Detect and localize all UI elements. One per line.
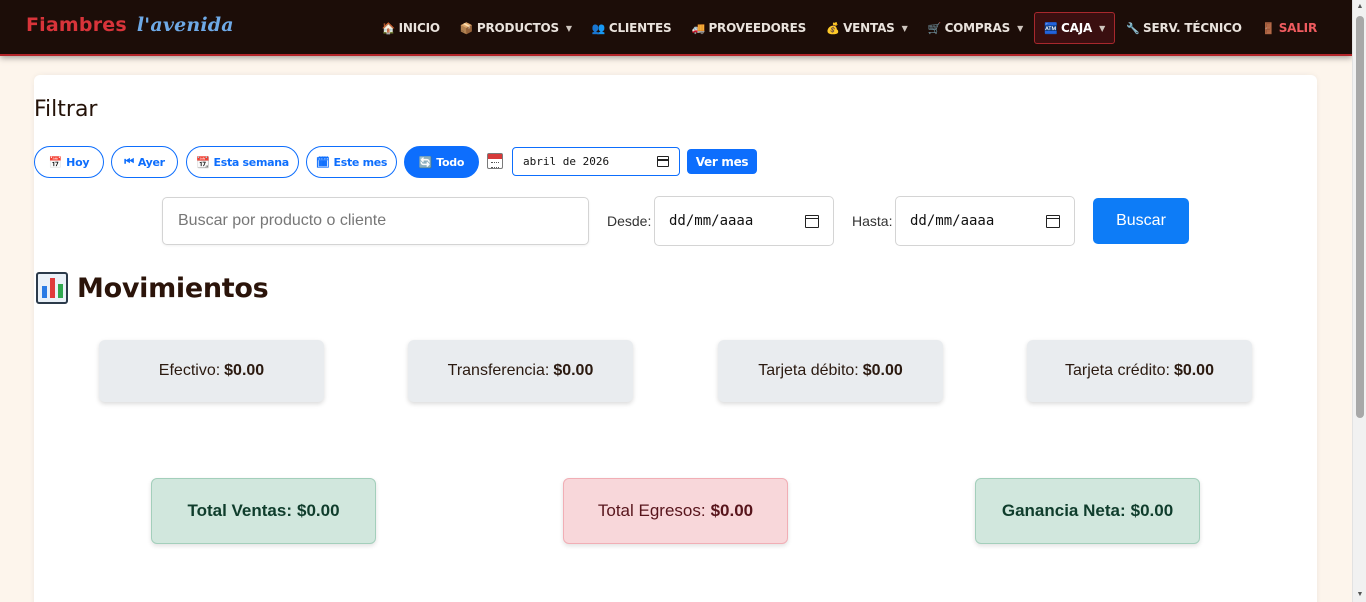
total-value: $0.00 (710, 501, 754, 520)
package-icon: 📦 (459, 21, 474, 35)
desde-label: Desde: (607, 213, 652, 229)
calendar-picker-icon[interactable] (1046, 214, 1060, 228)
stat-value: $0.00 (1173, 362, 1214, 379)
desde-date-input[interactable]: dd/mm/aaaa (654, 196, 834, 246)
total-label: Ganancia Neta: (1001, 501, 1126, 520)
total-value: $0.00 (1130, 501, 1174, 520)
brand-logo[interactable]: Fiambres l'avenida (26, 14, 234, 36)
truck-icon: 🚚 (691, 21, 705, 35)
ganancia-neta: Ganancia Neta: $0.00 (975, 478, 1200, 544)
caret-down-icon: ▼ (1099, 23, 1106, 33)
stat-efectivo: Efectivo: $0.00 (99, 340, 324, 402)
nav-item-productos[interactable]: 📦 PRODUCTOS ▼ (451, 12, 581, 44)
caret-down-icon: ▼ (1017, 23, 1024, 33)
stat-tarjeta-debito: Tarjeta débito: $0.00 (718, 340, 943, 402)
date-placeholder: dd/mm/aaaa (910, 213, 995, 229)
stat-transferencia: Transferencia: $0.00 (408, 340, 633, 402)
nav-item-label: CLIENTES (608, 21, 672, 35)
users-icon: 👥 (591, 21, 606, 35)
scroll-up-arrow-icon[interactable]: ▲ (1353, 0, 1366, 14)
brand-part1: Fiambres (26, 14, 127, 36)
nav-item-label: PROVEEDORES (708, 21, 807, 35)
calendar-picker-icon[interactable] (657, 156, 669, 167)
navbar: Fiambres l'avenida 🏠 INICIO 📦 PRODUCTOS ▼… (0, 0, 1352, 56)
button-label: Este mes (333, 155, 388, 169)
stat-value: $0.00 (862, 362, 903, 379)
refresh-icon: 🔄 (418, 155, 433, 169)
brand-part2: l'avenida (136, 14, 234, 36)
calendar-icon (487, 153, 503, 169)
rewind-icon: ⏮ (124, 155, 134, 168)
main-nav: 🏠 INICIO 📦 PRODUCTOS ▼ 👥 CLIENTES 🚚 PROV… (373, 0, 1326, 56)
stat-label: Efectivo: (158, 362, 221, 379)
stat-label: Transferencia: (447, 362, 550, 379)
home-icon: 🏠 (381, 21, 396, 35)
wrench-icon: 🔧 (1126, 21, 1140, 35)
nav-item-label: INICIO (398, 21, 440, 35)
nav-item-caja[interactable]: 🏧 CAJA ▼ (1034, 12, 1116, 44)
calendar-week-icon: 📆 (196, 155, 210, 169)
filter-title: Filtrar (34, 97, 98, 122)
stat-tarjeta-credito: Tarjeta crédito: $0.00 (1027, 340, 1252, 402)
nav-item-ventas[interactable]: 💰 VENTAS ▼ (817, 12, 916, 44)
hasta-label: Hasta: (852, 213, 893, 229)
buscar-button[interactable]: Buscar (1093, 198, 1189, 244)
nav-item-inicio[interactable]: 🏠 INICIO (373, 12, 449, 44)
total-label: Total Ventas: (187, 501, 292, 520)
nav-item-salir[interactable]: 🚪 SALIR (1253, 12, 1326, 44)
filter-ayer-button[interactable]: ⏮ Ayer (111, 146, 178, 178)
nav-item-label: COMPRAS (944, 21, 1011, 35)
nav-item-label: SALIR (1278, 21, 1317, 35)
filter-todo-button[interactable]: 🔄 Todo (404, 146, 479, 178)
movimientos-title: Movimientos (77, 272, 269, 304)
nav-item-compras[interactable]: 🛒 COMPRAS ▼ (919, 12, 1032, 44)
nav-item-clientes[interactable]: 👥 CLIENTES (583, 12, 681, 44)
stat-label: Tarjeta crédito: (1065, 362, 1170, 379)
nav-item-label: SERV. TÉCNICO (1143, 21, 1242, 35)
stat-label: Tarjeta débito: (758, 362, 859, 379)
page-scrollbar[interactable]: ▲ ▼ (1352, 0, 1366, 602)
bar-chart-icon (36, 272, 68, 304)
cart-icon: 🛒 (927, 21, 942, 35)
date-placeholder: dd/mm/aaaa (669, 213, 754, 229)
movimientos-heading: Movimientos (36, 272, 269, 304)
filter-hoy-button[interactable]: 📅 Hoy (34, 146, 104, 178)
button-label: Hoy (66, 155, 90, 169)
calendar-icon: 📅 (48, 155, 63, 169)
nav-item-label: CAJA (1061, 21, 1093, 35)
ver-mes-button[interactable]: Ver mes (687, 149, 757, 174)
atm-icon: 🏧 (1044, 21, 1058, 35)
total-value: $0.00 (297, 501, 340, 520)
button-label: Ayer (137, 155, 165, 169)
stat-value: $0.00 (553, 362, 594, 379)
total-label: Total Egresos: (597, 501, 706, 520)
total-egresos: Total Egresos: $0.00 (563, 478, 788, 544)
filter-esta-semana-button[interactable]: 📆 Esta semana (186, 146, 299, 178)
money-bag-icon: 💰 (826, 21, 840, 35)
button-label: Esta semana (213, 155, 289, 169)
nav-item-label: PRODUCTOS (476, 21, 559, 35)
month-input-value: abril de 2026 (523, 155, 610, 168)
caret-down-icon: ▼ (901, 23, 908, 33)
door-icon: 🚪 (1261, 21, 1276, 35)
month-input[interactable]: abril de 2026 (512, 147, 680, 176)
scroll-down-arrow-icon[interactable]: ▼ (1353, 588, 1366, 602)
search-placeholder: Buscar por producto o cliente (178, 212, 387, 229)
filter-este-mes-button[interactable]: 🗓 Este mes (306, 146, 397, 178)
search-input[interactable]: Buscar por producto o cliente (162, 197, 589, 245)
hasta-date-input[interactable]: dd/mm/aaaa (895, 196, 1075, 246)
nav-item-serv-tecnico[interactable]: 🔧 SERV. TÉCNICO (1117, 12, 1251, 44)
nav-item-label: VENTAS (843, 21, 895, 35)
caret-down-icon: ▼ (565, 23, 572, 33)
stat-value: $0.00 (224, 362, 265, 379)
calendar-picker-icon[interactable] (805, 214, 819, 228)
nav-item-proveedores[interactable]: 🚚 PROVEEDORES (682, 12, 815, 44)
button-label: Todo (436, 155, 465, 169)
total-ventas: Total Ventas: $0.00 (151, 478, 376, 544)
calendar-month-icon: 🗓 (315, 155, 330, 169)
scroll-thumb[interactable] (1356, 16, 1364, 418)
